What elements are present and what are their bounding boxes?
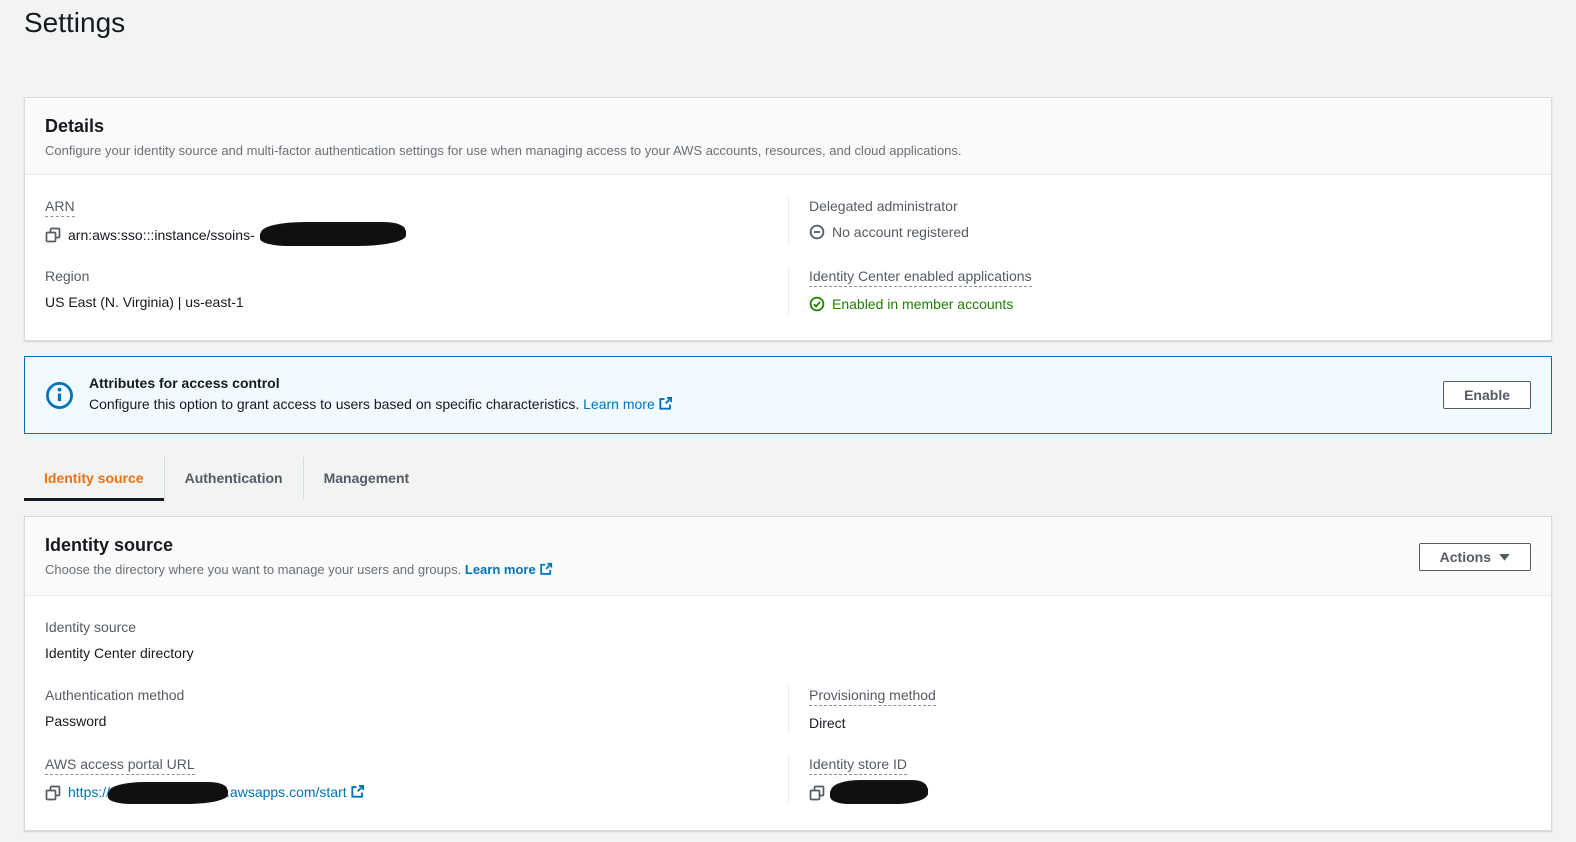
arn-redacted-value [262,224,404,245]
caret-down-icon [1499,554,1510,561]
delegated-admin-field: Delegated administrator No account regis… [788,197,1531,245]
auth-method-field: Authentication method Password [45,686,788,733]
portal-url-field: AWS access portal URL https://.awsapps.c… [45,755,788,804]
copy-arn-button[interactable] [45,227,61,243]
identity-source-label: Identity source [45,618,764,636]
arn-field: ARN arn:aws:sso:::instance/ssoins- [45,197,788,245]
arn-label[interactable]: ARN [45,197,75,217]
enabled-apps-label[interactable]: Identity Center enabled applications [809,267,1032,287]
details-description: Configure your identity source and multi… [45,142,1531,160]
identity-store-id-label[interactable]: Identity store ID [809,755,907,775]
attributes-banner: Attributes for access control Configure … [24,356,1552,434]
details-title: Details [45,114,1531,138]
empty-cell [788,618,1531,664]
identity-source-value: Identity Center directory [45,643,764,663]
portal-url-link[interactable]: https://.awsapps.com/start [68,782,365,804]
provisioning-method-value: Direct [809,713,1507,733]
identity-source-field: Identity source Identity Center director… [45,618,788,664]
portal-url-label[interactable]: AWS access portal URL [45,755,195,775]
minus-circle-icon [809,224,825,240]
info-icon [45,381,74,410]
identity-source-card-body: Identity source Identity Center director… [25,596,1551,830]
identity-store-id-field: Identity store ID [788,755,1531,804]
tab-identity-source[interactable]: Identity source [24,457,164,501]
details-card-header: Details Configure your identity source a… [25,98,1551,175]
details-card: Details Configure your identity source a… [24,97,1552,341]
identity-source-card-header: Identity source Choose the directory whe… [25,517,1551,596]
provisioning-method-field: Provisioning method Direct [788,686,1531,733]
enable-button[interactable]: Enable [1443,381,1531,409]
settings-tabs: Identity source Authentication Managemen… [24,457,1552,501]
banner-title: Attributes for access control [89,373,1428,393]
identity-source-card: Identity source Choose the directory whe… [24,516,1552,831]
actions-button[interactable]: Actions [1419,543,1531,571]
external-link-icon [350,784,365,804]
tab-management[interactable]: Management [303,457,430,501]
identity-store-id-redacted [832,782,926,803]
enabled-apps-field: Identity Center enabled applications Ena… [788,267,1531,314]
auth-method-label: Authentication method [45,686,764,704]
enabled-apps-status: Enabled in member accounts [832,294,1013,314]
region-field: Region US East (N. Virginia) | us-east-1 [45,267,788,314]
details-card-body: ARN arn:aws:sso:::instance/ssoins- Deleg… [25,175,1551,340]
banner-learn-more-link[interactable]: Learn more [583,396,673,412]
delegated-admin-label: Delegated administrator [809,197,1507,215]
copy-icon [809,785,825,801]
copy-icon [45,785,61,801]
external-link-icon [658,395,673,417]
delegated-admin-status: No account registered [832,222,969,242]
identity-source-description: Choose the directory where you want to m… [45,562,461,577]
portal-url-redacted [110,784,226,803]
copy-identity-store-id-button[interactable] [809,785,825,801]
page-title: Settings [24,6,1552,40]
auth-method-value: Password [45,711,764,731]
region-value: US East (N. Virginia) | us-east-1 [45,292,764,312]
check-circle-icon [809,296,825,312]
provisioning-method-label[interactable]: Provisioning method [809,686,936,706]
banner-description: Configure this option to grant access to… [89,396,579,412]
identity-source-title: Identity source [45,533,553,557]
settings-page: Settings Details Configure your identity… [0,0,1576,842]
external-link-icon [539,562,553,581]
arn-value-prefix: arn:aws:sso:::instance/ssoins- [68,225,255,245]
region-label: Region [45,267,764,285]
copy-portal-url-button[interactable] [45,785,61,801]
tab-authentication[interactable]: Authentication [164,457,303,501]
identity-source-learn-more-link[interactable]: Learn more [465,562,553,577]
copy-icon [45,227,61,243]
